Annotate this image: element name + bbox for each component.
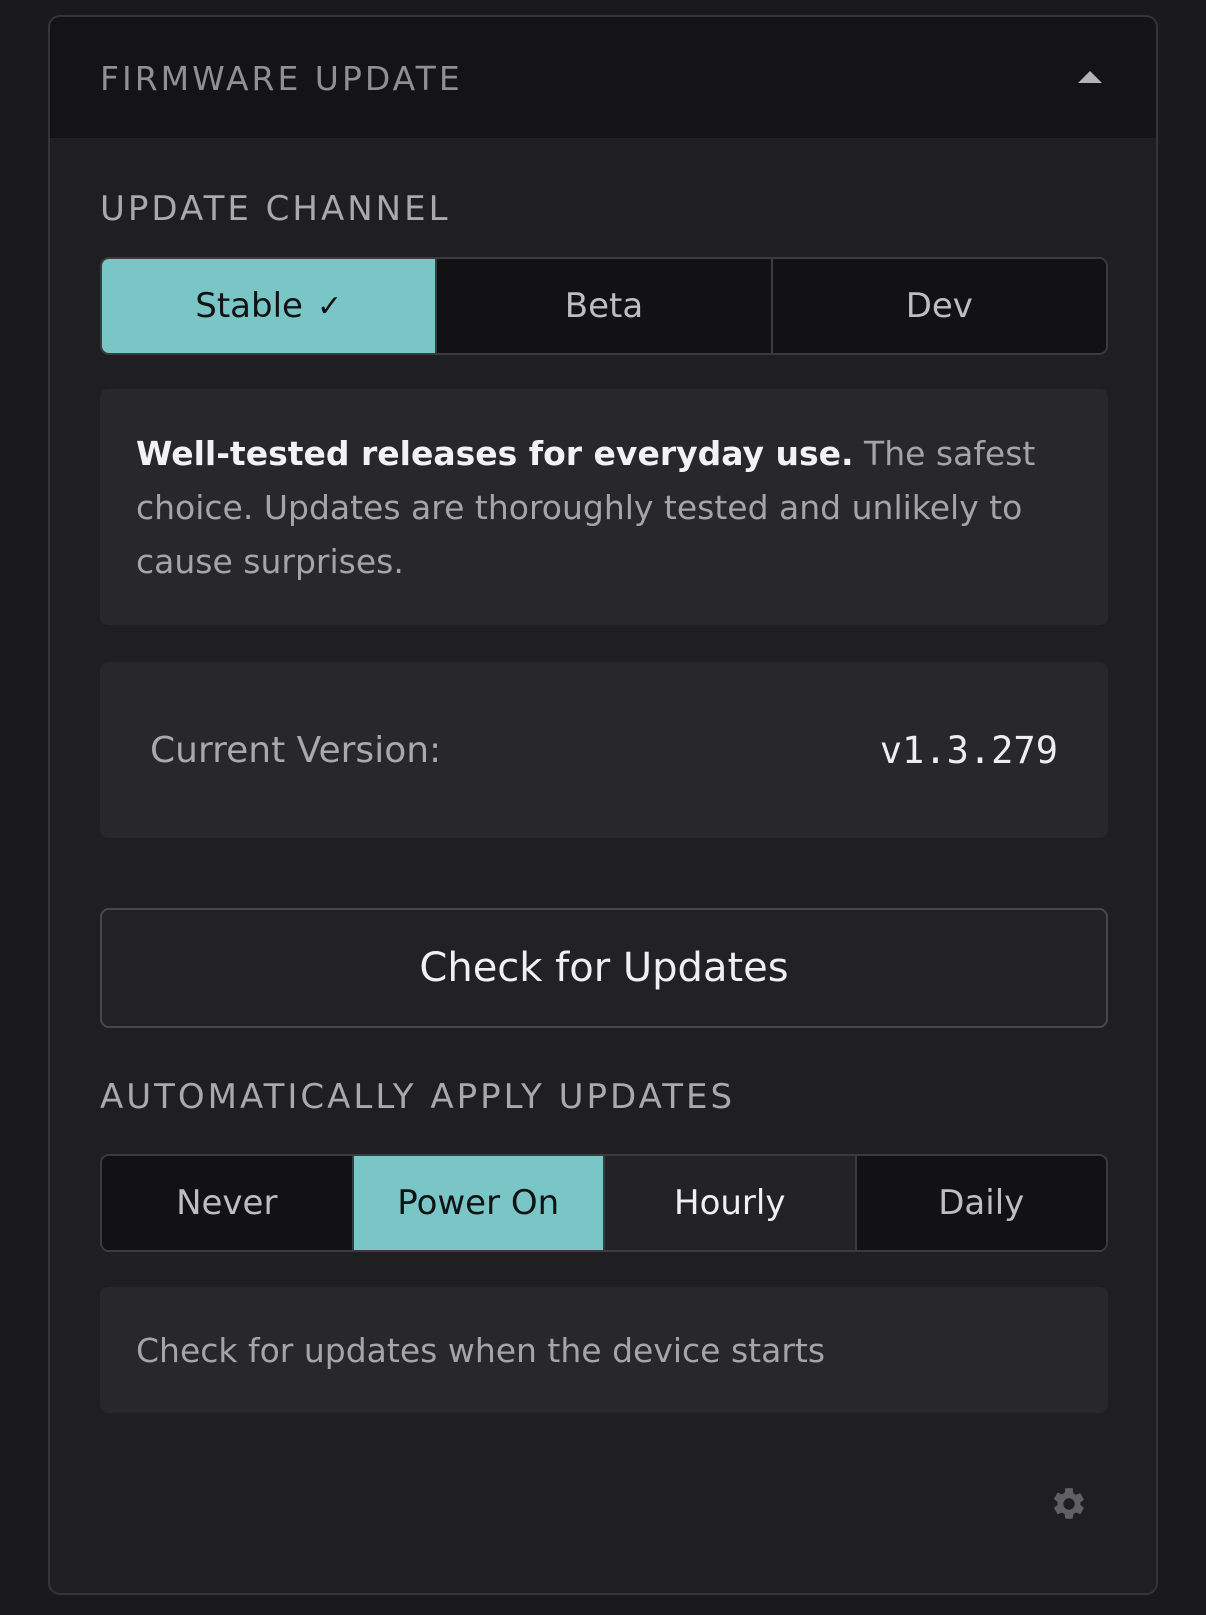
firmware-update-panel: FIRMWARE UPDATE UPDATE CHANNEL Stable ✓ …: [48, 15, 1158, 1595]
update-channel-label: UPDATE CHANNEL: [100, 189, 451, 229]
channel-description: Well-tested releases for everyday use. T…: [100, 389, 1108, 625]
channel-option-label: Dev: [905, 286, 973, 326]
auto-option-hourly[interactable]: Hourly: [605, 1156, 857, 1250]
current-version-label: Current Version:: [150, 729, 442, 771]
auto-apply-label: AUTOMATICALLY APPLY UPDATES: [100, 1077, 736, 1117]
check-for-updates-button[interactable]: Check for Updates: [100, 908, 1108, 1028]
auto-apply-selector: Never Power On Hourly Daily: [100, 1154, 1108, 1252]
current-version-box: Current Version: v1.3.279: [100, 662, 1108, 838]
auto-option-daily[interactable]: Daily: [856, 1156, 1106, 1250]
auto-option-power-on[interactable]: Power On: [353, 1156, 605, 1250]
channel-description-box: Well-tested releases for everyday use. T…: [100, 389, 1108, 625]
auto-apply-hint: Check for updates when the device starts: [136, 1330, 826, 1370]
channel-option-beta[interactable]: Beta: [437, 259, 773, 353]
auto-apply-hint-box: Check for updates when the device starts: [100, 1287, 1108, 1413]
current-version-value: v1.3.279: [879, 728, 1058, 772]
checkmark-icon: ✓: [316, 288, 343, 324]
panel-title: FIRMWARE UPDATE: [100, 59, 463, 98]
gear-icon[interactable]: [1050, 1485, 1088, 1523]
channel-description-bold: Well-tested releases for everyday use.: [136, 434, 854, 473]
channel-option-label: Stable: [195, 286, 303, 326]
channel-option-label: Beta: [564, 286, 644, 326]
auto-option-never[interactable]: Never: [102, 1156, 354, 1250]
channel-option-stable[interactable]: Stable ✓: [102, 259, 438, 353]
channel-option-dev[interactable]: Dev: [772, 259, 1106, 353]
caret-up-icon[interactable]: [1072, 63, 1108, 91]
update-channel-selector: Stable ✓ Beta Dev: [100, 257, 1108, 355]
panel-header[interactable]: FIRMWARE UPDATE: [50, 17, 1156, 139]
